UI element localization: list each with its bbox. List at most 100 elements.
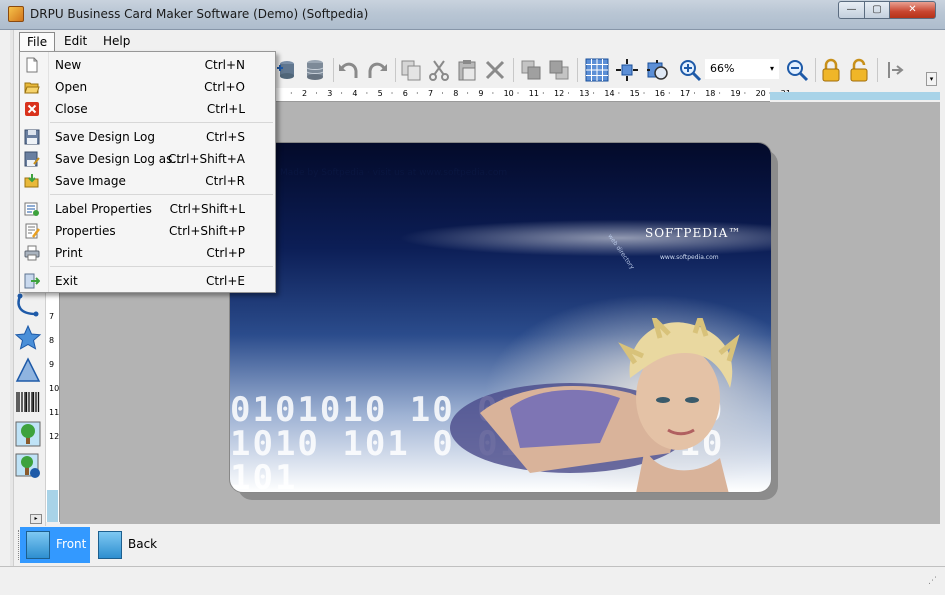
menu-edit[interactable]: Edit — [57, 32, 94, 51]
ruler-tick-mark: · — [743, 89, 747, 98]
new-document-icon — [24, 57, 40, 73]
bring-front-icon[interactable] — [519, 58, 543, 82]
tab-front[interactable]: Front — [20, 527, 90, 563]
ruler-tick-label: 17 — [680, 89, 691, 98]
menu-file[interactable]: File — [19, 32, 56, 51]
file-menu-item-shortcut: Ctrl+L — [206, 102, 245, 116]
cut-icon[interactable] — [427, 58, 451, 82]
panel-expand-button[interactable]: ▸ — [30, 514, 42, 524]
properties-icon — [24, 223, 40, 239]
file-menu-item-label: Open — [55, 80, 88, 94]
file-menu-item-save-image[interactable]: Save Image Ctrl+R — [21, 170, 274, 192]
barcode-icon[interactable] — [14, 388, 42, 416]
ruler-tick-mark: · — [668, 89, 671, 98]
delete-icon[interactable] — [483, 58, 507, 82]
floppy-disk-icon — [24, 129, 40, 145]
database-add-icon[interactable] — [275, 58, 299, 82]
resize-grip-icon[interactable]: ⋰ — [928, 576, 937, 586]
file-menu-item-shortcut: Ctrl+O — [204, 80, 245, 94]
card-brand-text[interactable]: SOFTPEDIA™ — [645, 226, 741, 240]
page-front-icon — [26, 531, 50, 559]
zoom-out-icon[interactable] — [785, 58, 809, 82]
image-library-icon[interactable] — [14, 452, 42, 480]
maximize-button[interactable]: ▢ — [864, 1, 890, 19]
vruler-tick-label: 9 — [49, 360, 55, 369]
paste-icon[interactable] — [455, 58, 479, 82]
minimize-button[interactable]: — — [838, 1, 865, 19]
ruler-tick-label: 16 — [654, 89, 665, 98]
ruler-tick-mark: · — [491, 89, 495, 98]
zoom-dropdown-arrow-icon[interactable]: ▾ — [770, 64, 774, 73]
file-menu-item-new[interactable]: New Ctrl+N — [21, 54, 274, 76]
ruler-tick-label: 11 — [528, 89, 539, 98]
file-menu-item-shortcut: Ctrl+E — [206, 274, 245, 288]
ruler-tick-mark: · — [340, 89, 343, 98]
copy-icon[interactable] — [399, 58, 423, 82]
tab-back-label: Back — [128, 537, 158, 551]
file-menu-item-print[interactable]: Print Ctrl+P — [21, 242, 274, 264]
file-menu-item-exit[interactable]: Exit Ctrl+E — [21, 270, 274, 292]
toolbar-separator — [877, 58, 878, 82]
close-window-button[interactable]: ✕ — [889, 1, 936, 19]
file-menu-item-label: Properties — [55, 224, 116, 238]
file-menu-item-shortcut: Ctrl+Shift+P — [169, 224, 245, 238]
ruler-tick-mark: · — [718, 89, 721, 98]
undo-icon[interactable] — [337, 58, 361, 82]
file-menu-item-label: Exit — [55, 274, 78, 288]
card-top-text: Made by Softpedia · visit us at www.soft… — [280, 168, 508, 178]
file-menu-item-shortcut: Ctrl+Shift+L — [169, 202, 245, 216]
vruler-tick-label: 10 — [49, 384, 60, 393]
redo-icon[interactable] — [365, 58, 389, 82]
zoom-level-select[interactable]: 66% — [705, 59, 779, 79]
file-menu-item-label: New — [55, 58, 82, 72]
center-align-icon[interactable] — [615, 58, 639, 82]
file-menu-item-open[interactable]: Open Ctrl+O — [21, 76, 274, 98]
ruler-tick-label: 2 — [302, 89, 308, 98]
vruler-tick-label: 7 — [49, 312, 55, 321]
status-bar — [0, 566, 945, 588]
file-menu-item-shortcut: Ctrl+P — [206, 246, 245, 260]
star-icon[interactable] — [14, 324, 42, 352]
ruler-tick-label: 4 — [352, 89, 358, 98]
card-url-text[interactable]: www.softpedia.com — [660, 254, 719, 261]
pointer-icon[interactable] — [883, 58, 907, 82]
lock-icon[interactable] — [819, 58, 843, 82]
page-back-icon — [98, 531, 122, 559]
menu-separator — [50, 194, 273, 195]
curve-icon[interactable] — [14, 292, 42, 320]
toolbar-overflow-button[interactable]: ▾ — [926, 72, 937, 86]
file-menu-item-label-properties[interactable]: Label Properties Ctrl+Shift+L — [21, 198, 274, 220]
file-menu-item-properties[interactable]: Properties Ctrl+Shift+P — [21, 220, 274, 242]
vruler-tick-label: 11 — [49, 408, 60, 417]
file-menu-item-save-design-log[interactable]: Save Design Log Ctrl+S — [21, 126, 274, 148]
file-menu-item-shortcut: Ctrl+R — [205, 174, 245, 188]
business-card-preview[interactable]: Made by Softpedia · visit us at www.soft… — [229, 142, 772, 493]
triangle-icon[interactable] — [14, 356, 42, 384]
unlock-icon[interactable] — [847, 58, 871, 82]
ruler-tick-mark: · — [617, 89, 621, 98]
file-menu-item-close[interactable]: Close Ctrl+L — [21, 98, 274, 120]
card-photo[interactable] — [420, 318, 772, 493]
grid-icon[interactable] — [585, 58, 609, 82]
exit-icon — [24, 273, 40, 289]
ruler-tick-mark: · — [290, 89, 293, 98]
file-menu-item-save-design-log-as[interactable]: Save Design Log as... Ctrl+Shift+A — [21, 148, 274, 170]
database-icon[interactable] — [303, 58, 327, 82]
horizontal-ruler: 2 · 3 · 4 · 5 · 6 · 7 · 8 · 9 · 10 · 11 · 12 · 13 · 14 · 15 · 16 · 17 ·… — [275, 88, 791, 102]
vruler-tick-label: 8 — [49, 336, 55, 345]
ruler-tick-label: 6 — [402, 89, 408, 98]
ruler-tick-mark: · — [466, 89, 469, 98]
image-icon[interactable] — [14, 420, 42, 448]
file-menu-item-shortcut: Ctrl+N — [204, 58, 245, 72]
tab-back[interactable]: Back — [92, 527, 160, 563]
toolbar-separator — [577, 58, 578, 82]
zoom-in-icon[interactable] — [678, 58, 702, 82]
fit-icon[interactable] — [645, 58, 669, 82]
ruler-tick-mark: · — [642, 89, 646, 98]
send-back-icon[interactable] — [547, 58, 571, 82]
ruler-tick-label: 13 — [579, 89, 590, 98]
ruler-tick-mark: · — [516, 89, 520, 98]
file-menu-item-shortcut: Ctrl+Shift+A — [168, 152, 245, 166]
close-red-icon — [24, 101, 40, 117]
menu-help[interactable]: Help — [96, 32, 137, 51]
